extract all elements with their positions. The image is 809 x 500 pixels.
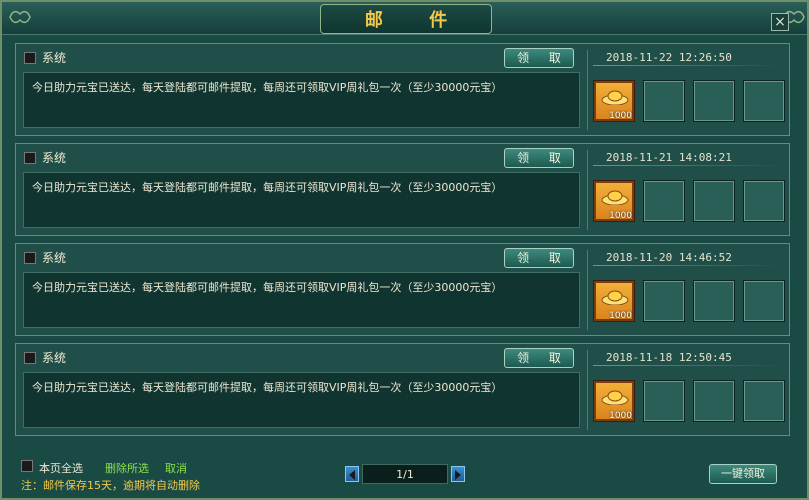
delete-selected-link[interactable]: 删除所选 (105, 460, 149, 476)
mail-item: 系统 领 取 2018-11-22 12:26:50 今日助力元宝已送达，每天登… (15, 43, 790, 136)
divider (593, 365, 785, 366)
corner-ornament-icon (9, 10, 31, 24)
claim-button[interactable]: 领 取 (504, 48, 574, 68)
attachment-slot[interactable] (743, 280, 785, 322)
divider (593, 265, 785, 266)
gold-ingot-icon (601, 290, 629, 305)
gold-ingot-icon (601, 90, 629, 105)
next-page-button[interactable] (451, 466, 465, 482)
mail-date: 2018-11-18 12:50:45 (606, 351, 732, 364)
mail-sender: 系统 (42, 51, 67, 65)
retention-note: 注：邮件保存15天，逾期将自动删除 (21, 479, 200, 492)
mail-item: 系统 领 取 2018-11-18 12:50:45 今日助力元宝已送达，每天登… (15, 343, 790, 436)
attachment-slot[interactable] (693, 380, 735, 422)
attachment-slot[interactable] (743, 80, 785, 122)
close-button[interactable]: × (771, 13, 789, 31)
title-plate: 邮 件 (320, 4, 492, 34)
select-all-checkbox[interactable] (21, 460, 33, 472)
attachment-slot[interactable] (643, 280, 685, 322)
attachment-slot[interactable] (693, 180, 735, 222)
attachment-slot[interactable]: 1000 (593, 80, 635, 122)
divider (593, 165, 785, 166)
close-icon: × (774, 14, 786, 30)
window-title: 邮 件 (364, 10, 468, 31)
attachment-slot[interactable]: 1000 (593, 180, 635, 222)
item-quantity: 1000 (609, 111, 632, 121)
item-quantity: 1000 (609, 411, 632, 421)
attachment-slot[interactable]: 1000 (593, 380, 635, 422)
mail-sender: 系统 (42, 151, 67, 165)
mail-checkbox[interactable] (24, 252, 36, 264)
divider (587, 250, 588, 330)
attachment-slot[interactable] (693, 80, 735, 122)
mail-body: 今日助力元宝已送达，每天登陆都可邮件提取，每周还可领取VIP周礼包一次（至少30… (23, 372, 580, 428)
attachment-slot[interactable]: 1000 (593, 280, 635, 322)
arrow-right-icon (455, 470, 461, 480)
mail-checkbox[interactable] (24, 152, 36, 164)
mail-date: 2018-11-22 12:26:50 (606, 51, 732, 64)
divider (587, 350, 588, 430)
mail-body: 今日助力元宝已送达，每天登陆都可邮件提取，每周还可领取VIP周礼包一次（至少30… (23, 172, 580, 228)
prev-page-button[interactable] (345, 466, 359, 482)
mail-checkbox[interactable] (24, 352, 36, 364)
attachment-slot[interactable] (743, 180, 785, 222)
claim-button[interactable]: 领 取 (504, 348, 574, 368)
mail-body: 今日助力元宝已送达，每天登陆都可邮件提取，每周还可领取VIP周礼包一次（至少30… (23, 72, 580, 128)
claim-button[interactable]: 领 取 (504, 248, 574, 268)
cancel-link[interactable]: 取消 (165, 460, 187, 476)
arrow-left-icon (349, 470, 355, 480)
select-all-label[interactable]: 本页全选 (39, 460, 83, 476)
mail-window: 邮 件 × 系统 领 取 2018-11-22 12:26:50 今日助力元宝已… (0, 0, 809, 500)
item-quantity: 1000 (609, 311, 632, 321)
mail-body: 今日助力元宝已送达，每天登陆都可邮件提取，每周还可领取VIP周礼包一次（至少30… (23, 272, 580, 328)
item-quantity: 1000 (609, 211, 632, 221)
mail-sender: 系统 (42, 351, 67, 365)
title-bar: 邮 件 (2, 2, 807, 35)
attachment-slot[interactable] (693, 280, 735, 322)
claim-button[interactable]: 领 取 (504, 148, 574, 168)
mail-date: 2018-11-21 14:08:21 (606, 151, 732, 164)
gold-ingot-icon (601, 390, 629, 405)
claim-all-button[interactable]: 一键领取 (709, 464, 777, 484)
gold-ingot-icon (601, 190, 629, 205)
mail-sender: 系统 (42, 251, 67, 265)
attachment-slot[interactable] (643, 80, 685, 122)
divider (593, 65, 785, 66)
attachment-slot[interactable] (743, 380, 785, 422)
attachment-slot[interactable] (643, 380, 685, 422)
divider (587, 150, 588, 230)
attachment-slot[interactable] (643, 180, 685, 222)
mail-item: 系统 领 取 2018-11-21 14:08:21 今日助力元宝已送达，每天登… (15, 143, 790, 236)
mail-date: 2018-11-20 14:46:52 (606, 251, 732, 264)
page-indicator: 1/1 (362, 464, 448, 484)
mail-checkbox[interactable] (24, 52, 36, 64)
mail-item: 系统 领 取 2018-11-20 14:46:52 今日助力元宝已送达，每天登… (15, 243, 790, 336)
divider (587, 50, 588, 130)
